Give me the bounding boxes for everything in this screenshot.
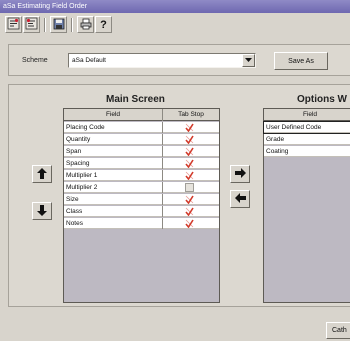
field-name-cell: Grade: [266, 136, 285, 143]
tab-stop-cell[interactable]: [163, 218, 219, 229]
field-order-window: aSa Estimating Field Order ? Scheme aSa …: [0, 0, 350, 341]
tab-stop-cell[interactable]: [163, 146, 219, 157]
save-icon: [53, 18, 65, 32]
chevron-down-icon[interactable]: [242, 54, 255, 67]
help-icon: ?: [100, 18, 107, 31]
table-row[interactable]: Multiplier 2: [64, 182, 219, 193]
options-window-title: Options W: [297, 94, 347, 105]
tab-stop-cell[interactable]: [163, 194, 219, 205]
move-right-button[interactable]: [230, 165, 250, 183]
main-screen-title: Main Screen: [106, 94, 165, 105]
field-order-alt-button[interactable]: [23, 16, 40, 33]
print-icon: [80, 18, 92, 32]
checked-icon[interactable]: [185, 195, 194, 204]
table-row[interactable]: Quantity: [64, 134, 219, 145]
print-button[interactable]: [77, 16, 94, 33]
scheme-label: Scheme: [22, 57, 48, 64]
tab-stop-cell[interactable]: [163, 134, 219, 145]
tab-stop-cell[interactable]: [163, 158, 219, 169]
checked-icon[interactable]: [185, 147, 194, 156]
arrow-up-icon: [37, 167, 47, 181]
toolbar-separator: [44, 18, 46, 32]
column-header-field: Field: [302, 111, 318, 118]
table-row[interactable]: Multiplier 1: [64, 170, 219, 181]
save-button[interactable]: [50, 16, 67, 33]
help-button[interactable]: ?: [95, 16, 112, 33]
move-up-button[interactable]: [32, 165, 52, 183]
scheme-value: aSa Default: [72, 57, 106, 64]
checked-icon[interactable]: [185, 123, 194, 132]
window-title: aSa Estimating Field Order: [3, 3, 88, 10]
move-left-button[interactable]: [230, 190, 250, 208]
tab-stop-cell[interactable]: [163, 170, 219, 181]
checked-icon[interactable]: [185, 135, 194, 144]
table-row[interactable]: Span: [64, 146, 219, 157]
table-row[interactable]: Coating: [264, 146, 350, 157]
field-name-cell: Span: [64, 146, 163, 157]
toolbar: ?: [0, 13, 350, 37]
field-order-icon: [7, 17, 20, 32]
field-name-cell: Coating: [266, 148, 289, 155]
field-order-button[interactable]: [5, 16, 22, 33]
field-name-cell: Size: [64, 194, 163, 205]
field-name-cell: Multiplier 1: [64, 170, 163, 181]
cancel-button-label: Cath: [332, 327, 347, 334]
table-row[interactable]: Spacing: [64, 158, 219, 169]
table-row[interactable]: Notes: [64, 218, 219, 229]
save-as-label: Save As: [288, 57, 314, 65]
arrow-right-icon: [234, 168, 246, 180]
column-header-tab-stop: Tab Stop: [178, 111, 204, 118]
title-bar: aSa Estimating Field Order: [0, 0, 350, 13]
table-row[interactable]: Class: [64, 206, 219, 217]
checked-icon[interactable]: [185, 219, 194, 228]
checked-icon[interactable]: [185, 171, 194, 180]
arrow-down-icon: [37, 204, 47, 218]
move-down-button[interactable]: [32, 202, 52, 220]
table-row[interactable]: Size: [64, 194, 219, 205]
arrow-left-icon: [234, 193, 246, 205]
grid-header: Field: [264, 109, 350, 121]
toolbar-separator: [71, 18, 73, 32]
table-row[interactable]: Grade: [264, 134, 350, 145]
unchecked-icon[interactable]: [185, 183, 194, 192]
field-name-cell: User Defined Code: [266, 124, 322, 131]
field-name-cell: Notes: [64, 218, 163, 229]
field-name-cell: Class: [64, 206, 163, 217]
table-row[interactable]: User Defined Code: [263, 121, 350, 134]
column-header-field: Field: [64, 109, 163, 121]
tab-stop-cell[interactable]: [163, 206, 219, 217]
tab-stop-cell[interactable]: [163, 182, 219, 193]
field-name-cell: Quantity: [64, 134, 163, 145]
field-order-alt-icon: [25, 17, 38, 32]
field-name-cell: Spacing: [64, 158, 163, 169]
status-bar: [0, 320, 350, 341]
save-as-button[interactable]: Save As: [274, 52, 328, 70]
checked-icon[interactable]: [185, 207, 194, 216]
table-row[interactable]: Placing Code: [64, 122, 219, 133]
tab-stop-cell[interactable]: [163, 122, 219, 133]
grid-header: Field Tab Stop: [64, 109, 219, 121]
cancel-button[interactable]: Cath: [326, 322, 350, 339]
field-name-cell: Multiplier 2: [64, 182, 163, 193]
main-screen-grid: Field Tab Stop Placing Code Quantity Span S…: [63, 108, 220, 303]
field-name-cell: Placing Code: [64, 122, 163, 133]
scheme-dropdown[interactable]: aSa Default: [68, 53, 256, 68]
options-grid: Field User Defined Code Grade Coating: [263, 108, 350, 303]
checked-icon[interactable]: [185, 159, 194, 168]
